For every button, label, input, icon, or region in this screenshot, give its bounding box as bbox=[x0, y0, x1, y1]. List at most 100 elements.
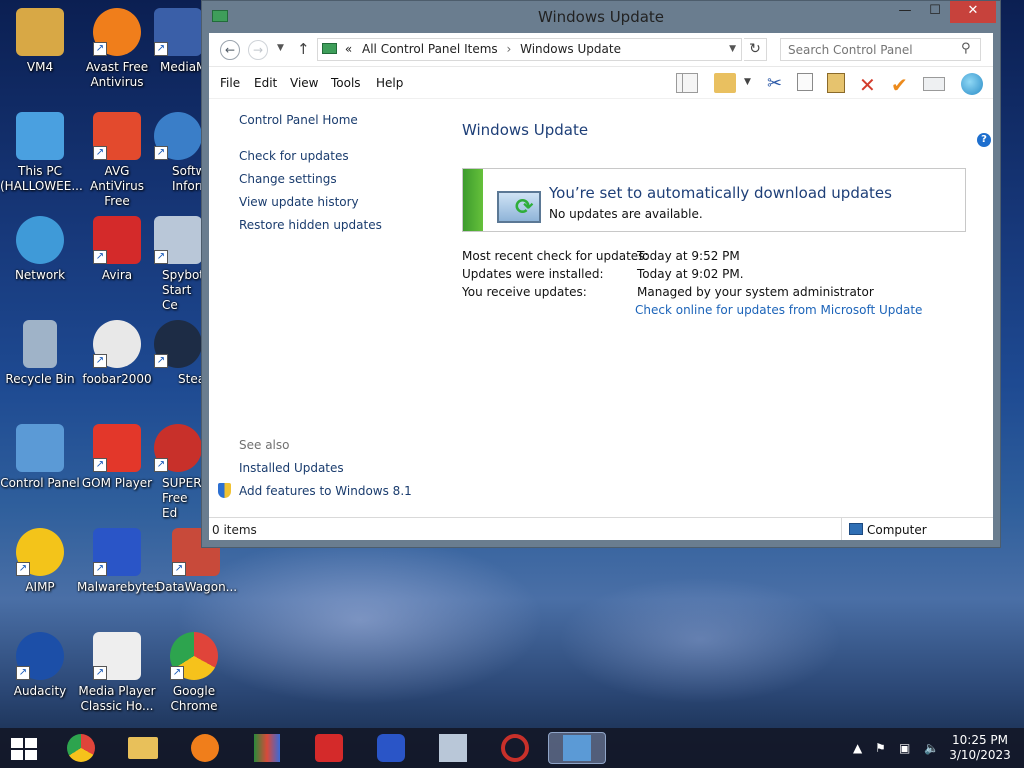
checkmark-icon[interactable]: ✔ bbox=[891, 73, 913, 97]
delete-icon[interactable]: ✕ bbox=[859, 73, 881, 97]
breadcrumb-all-control-panel-items[interactable]: All Control Panel Items bbox=[362, 42, 498, 56]
volume-icon[interactable]: 🔈 bbox=[924, 741, 939, 755]
desktop-icon-vm4[interactable]: VM4 bbox=[0, 8, 80, 75]
shortcut-arrow-icon: ↗ bbox=[16, 666, 30, 680]
title-bar[interactable]: Windows Update — ☐ ✕ bbox=[202, 1, 1000, 33]
control-panel-home-link[interactable]: Control Panel Home bbox=[239, 113, 358, 127]
maximize-button[interactable]: ☐ bbox=[922, 1, 948, 23]
desktop-icon-avg[interactable]: ↗ AVG AntiVirus Free bbox=[77, 112, 157, 209]
desktop-icon-steam[interactable]: ↗ Stea bbox=[154, 320, 201, 387]
globe-icon[interactable] bbox=[961, 73, 983, 95]
taskbar-winrar[interactable] bbox=[250, 732, 284, 764]
breadcrumb-separator-icon[interactable]: › bbox=[506, 42, 511, 56]
malwarebytes-icon bbox=[377, 734, 405, 762]
desktop-icon-aimp[interactable]: ↗ AIMP bbox=[0, 528, 80, 595]
desktop-icon-network[interactable]: Network bbox=[0, 216, 80, 283]
start-button[interactable] bbox=[11, 738, 38, 760]
desktop-icon-superantispyware[interactable]: ↗ SUPERA Free Ed bbox=[154, 424, 201, 521]
check-online-link[interactable]: Check online for updates from Microsoft … bbox=[635, 303, 922, 317]
close-button[interactable]: ✕ bbox=[950, 1, 996, 23]
desktop-icon-avast[interactable]: ↗ Avast Free Antivirus bbox=[77, 8, 157, 90]
desktop-icon-avira[interactable]: ↗ Avira bbox=[77, 216, 157, 283]
desktop-icon-foobar2000[interactable]: ↗ foobar2000 bbox=[77, 320, 157, 387]
refresh-button[interactable]: ↻ bbox=[744, 38, 767, 61]
desktop-icon-gom-player[interactable]: ↗ GOM Player bbox=[77, 424, 157, 491]
taskbar-file-explorer[interactable] bbox=[126, 732, 160, 764]
taskbar-spybot[interactable] bbox=[436, 732, 470, 764]
clock-time: 10:25 PM bbox=[952, 733, 1008, 747]
search-input[interactable] bbox=[780, 38, 981, 61]
back-arrow-icon: ← bbox=[224, 43, 236, 57]
see-also-label: See also bbox=[239, 438, 290, 452]
shield-icon bbox=[218, 483, 231, 498]
desktop-icon-control-panel[interactable]: Control Panel bbox=[0, 424, 80, 491]
desktop-icon-malwarebytes[interactable]: ↗ Malwarebytes bbox=[77, 528, 161, 595]
chevron-down-icon[interactable]: ▼ bbox=[729, 39, 736, 60]
taskbar-control-panel[interactable] bbox=[548, 732, 606, 764]
check-for-updates-link[interactable]: Check for updates bbox=[239, 149, 349, 163]
info-value: Today at 9:52 PM bbox=[637, 249, 740, 263]
desktop-icon-label: Malwarebytes bbox=[77, 580, 161, 594]
breadcrumb[interactable]: « All Control Panel Items › Windows Upda… bbox=[317, 38, 742, 61]
view-update-history-link[interactable]: View update history bbox=[239, 195, 359, 209]
up-button[interactable]: ↑ bbox=[297, 40, 310, 58]
show-hidden-icons-icon[interactable]: ▲ bbox=[853, 741, 862, 755]
network-tray-icon[interactable]: ▣ bbox=[899, 741, 910, 755]
menu-tools[interactable]: Tools bbox=[331, 76, 361, 90]
menu-view[interactable]: View bbox=[290, 76, 318, 90]
system-clock[interactable]: 10:25 PM 3/10/2023 bbox=[948, 733, 1012, 763]
breadcrumb-windows-update[interactable]: Windows Update bbox=[520, 42, 621, 56]
avast-icon bbox=[191, 734, 219, 762]
shortcut-arrow-icon: ↗ bbox=[93, 354, 107, 368]
chevron-down-icon[interactable]: ▼ bbox=[744, 77, 754, 97]
shortcut-arrow-icon: ↗ bbox=[154, 250, 168, 264]
gom-player-icon: ↗ bbox=[93, 424, 141, 472]
desktop-icon-label: VM4 bbox=[26, 60, 54, 74]
info-label: Updates were installed: bbox=[462, 267, 604, 281]
cut-icon[interactable]: ✂ bbox=[767, 73, 789, 94]
folder-options-icon[interactable] bbox=[714, 73, 736, 93]
menu-edit[interactable]: Edit bbox=[254, 76, 277, 90]
desktop-icon-label: AIMP bbox=[25, 580, 55, 594]
taskbar-avast[interactable] bbox=[188, 732, 222, 764]
paste-icon[interactable] bbox=[827, 73, 845, 93]
desktop-icon-mpc-hc[interactable]: ↗ Media Player Classic Ho... bbox=[77, 632, 157, 714]
taskbar-chrome[interactable] bbox=[64, 732, 98, 764]
taskbar-superantispyware[interactable] bbox=[498, 732, 532, 764]
recent-locations-dropdown[interactable]: ▼ bbox=[277, 43, 284, 53]
desktop-icon-mediam[interactable]: ↗ MediaM bbox=[154, 8, 201, 75]
preview-pane-icon[interactable] bbox=[676, 73, 698, 93]
minimize-button[interactable]: — bbox=[892, 1, 918, 23]
add-features-link[interactable]: Add features to Windows 8.1 bbox=[239, 484, 412, 498]
forward-button[interactable]: → bbox=[248, 40, 268, 60]
breadcrumb-overflow[interactable]: « bbox=[345, 42, 352, 56]
aimp-icon: ↗ bbox=[16, 528, 64, 576]
desktop-icon-label: AVG AntiVirus Free bbox=[90, 164, 144, 208]
windows-logo-icon bbox=[11, 750, 23, 760]
shortcut-arrow-icon: ↗ bbox=[172, 562, 186, 576]
desktop-icon-recycle-bin[interactable]: Recycle Bin bbox=[0, 320, 80, 387]
copy-icon[interactable] bbox=[797, 73, 813, 91]
taskbar-malwarebytes[interactable] bbox=[374, 732, 408, 764]
desktop-icon-spybot[interactable]: ↗ Spybot Start Ce bbox=[154, 216, 201, 313]
no-symbol-icon bbox=[501, 734, 529, 762]
properties-icon[interactable] bbox=[923, 77, 945, 91]
search-icon[interactable]: ⚲ bbox=[961, 41, 971, 56]
desktop-icon-chrome[interactable]: ↗ Google Chrome bbox=[154, 632, 234, 714]
change-settings-link[interactable]: Change settings bbox=[239, 172, 337, 186]
menu-file[interactable]: File bbox=[220, 76, 240, 90]
desktop-icon-software-informer[interactable]: ↗ Softw Inform bbox=[154, 112, 201, 194]
taskbar-avira[interactable] bbox=[312, 732, 346, 764]
action-center-flag-icon[interactable]: ⚑ bbox=[875, 741, 886, 755]
help-icon[interactable]: ? bbox=[977, 133, 991, 147]
back-button[interactable]: ← bbox=[220, 40, 240, 60]
desktop-icon-audacity[interactable]: ↗ Audacity bbox=[0, 632, 80, 699]
winrar-icon bbox=[254, 734, 280, 762]
menu-help[interactable]: Help bbox=[376, 76, 403, 90]
shortcut-arrow-icon: ↗ bbox=[154, 146, 168, 160]
installed-updates-link[interactable]: Installed Updates bbox=[239, 461, 344, 475]
restore-hidden-updates-link[interactable]: Restore hidden updates bbox=[239, 218, 382, 232]
shortcut-arrow-icon: ↗ bbox=[93, 562, 107, 576]
desktop-icon-this-pc[interactable]: This PC (HALLOWEE... bbox=[0, 112, 83, 194]
desktop-icon-label: Network bbox=[14, 268, 66, 282]
